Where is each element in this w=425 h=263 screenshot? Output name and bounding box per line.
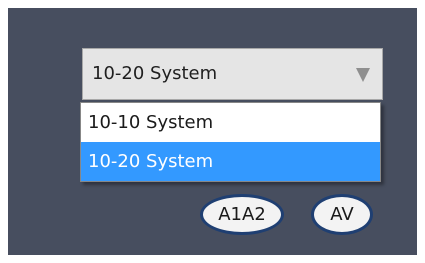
- dropdown-option-10-10-system[interactable]: 10-10 System: [81, 103, 380, 142]
- montage-system-dropdown-list: 10-10 System 10-20 System: [80, 102, 381, 182]
- av-button[interactable]: AV: [311, 194, 373, 235]
- a1a2-button[interactable]: A1A2: [200, 194, 284, 235]
- dropdown-option-10-20-system[interactable]: 10-20 System: [81, 142, 380, 181]
- app-window: 10-20 System 10-10 System 10-20 System A…: [0, 0, 425, 263]
- montage-system-select[interactable]: 10-20 System: [82, 48, 383, 100]
- select-current-value: 10-20 System: [92, 63, 218, 84]
- chevron-down-icon[interactable]: [356, 68, 370, 82]
